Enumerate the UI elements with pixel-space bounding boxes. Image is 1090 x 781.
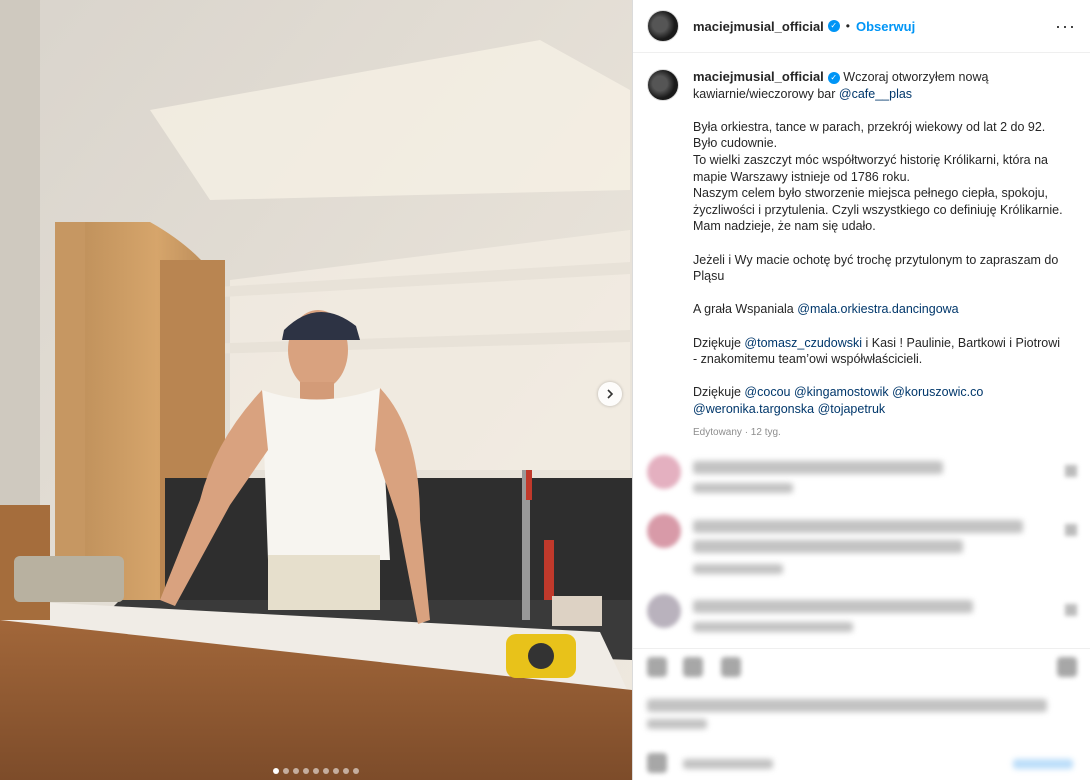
mention-koruszowic[interactable]: @koruszowic.co (892, 385, 983, 399)
verified-badge-icon: ✓ (827, 71, 840, 84)
more-options-icon[interactable]: ··· (1055, 16, 1076, 37)
blurred-comment-meta (693, 564, 783, 574)
comment-item (647, 455, 1077, 495)
carousel-dot (303, 768, 309, 774)
blurred-comment-text (693, 600, 973, 613)
comment-avatar (647, 455, 681, 489)
avatar[interactable] (647, 10, 679, 42)
mention-weronika[interactable]: @weronika.targonska (693, 402, 814, 416)
dot-separator: • (845, 19, 850, 33)
carousel-dot (283, 768, 289, 774)
carousel-dot (273, 768, 279, 774)
carousel-dot (353, 768, 359, 774)
blurred-comment-meta (693, 483, 793, 493)
carousel-dot (343, 768, 349, 774)
emoji-icon[interactable] (647, 753, 667, 773)
comment-input-blurred[interactable] (683, 759, 773, 769)
carousel-dot (333, 768, 339, 774)
caption-avatar[interactable] (647, 69, 679, 101)
photo-illustration (0, 0, 632, 780)
follow-button[interactable]: Obserwuj (856, 19, 915, 34)
blurred-comment-meta (693, 622, 853, 632)
carousel-dots (0, 768, 632, 774)
comment-item (647, 514, 1077, 576)
carousel-dot (313, 768, 319, 774)
caption-p1-l4: Naszym celem było stworzenie miejsca peł… (693, 186, 1063, 234)
post-actions (633, 648, 1090, 781)
caption-p4-prefix: Dziękuje (693, 335, 741, 350)
blurred-comment-text (693, 520, 1023, 533)
mention-tojapetruk[interactable]: @tojapetruk (818, 402, 886, 416)
blurred-comment-text (693, 540, 963, 553)
post-comment-button[interactable] (1013, 759, 1073, 769)
verified-badge-icon: ✓ (827, 20, 840, 32)
chevron-right-icon (607, 389, 614, 399)
carousel-dot (323, 768, 329, 774)
mention-orkiestra[interactable]: @mala.orkiestra.dancingowa (797, 302, 958, 316)
username-link[interactable]: maciejmusial_official (693, 19, 824, 34)
caption-p1-l1: Była orkiestra, tance w parach, przekrój… (693, 119, 1046, 134)
caption-p3-prefix: A grała Wspaniala (693, 302, 794, 317)
caption-p2: Jeżeli i Wy macie ochotę być trochę przy… (693, 252, 1059, 284)
mention-cafe[interactable]: @cafe__plas (839, 87, 912, 101)
heart-icon[interactable] (1065, 465, 1077, 477)
caption-p1-l2: Było cudownie. (693, 136, 778, 151)
caption-text: maciejmusial_official ✓ Wczoraj otworzyłe… (693, 69, 1065, 442)
post-header: maciejmusial_official ✓ • Obserwuj ··· (633, 0, 1090, 53)
post-photo[interactable] (0, 0, 632, 780)
caption: maciejmusial_official ✓ Wczoraj otworzyłe… (633, 53, 1090, 442)
comment-avatar (647, 514, 681, 548)
comment-item (647, 594, 1077, 636)
mention-tomasz[interactable]: @tomasz_czudowski (744, 336, 862, 350)
blurred-date (647, 719, 707, 729)
heart-icon[interactable] (1065, 604, 1077, 616)
save-icon[interactable] (1057, 657, 1077, 677)
caption-p5-prefix: Dziękuje (693, 385, 741, 400)
blurred-likes-text (647, 699, 1047, 712)
heart-icon[interactable] (1065, 524, 1077, 536)
next-slide-button[interactable] (598, 382, 622, 406)
mention-kinga[interactable]: @kingamostowik (794, 385, 889, 399)
comment-avatar (647, 594, 681, 628)
post-meta: Edytowany · 12 tyg. (693, 427, 781, 439)
caption-username[interactable]: maciejmusial_official (693, 69, 824, 84)
like-icon[interactable] (647, 657, 667, 677)
share-icon[interactable] (721, 657, 741, 677)
comment-icon[interactable] (683, 657, 703, 677)
post-side-panel: maciejmusial_official ✓ • Obserwuj ··· m… (632, 0, 1090, 780)
carousel-dot (293, 768, 299, 774)
caption-p1-l3: To wielki zaszczyt móc współtworzyć hist… (693, 152, 1048, 184)
mention-cocou[interactable]: @cocou (744, 385, 790, 399)
blurred-comment-text (693, 461, 943, 474)
